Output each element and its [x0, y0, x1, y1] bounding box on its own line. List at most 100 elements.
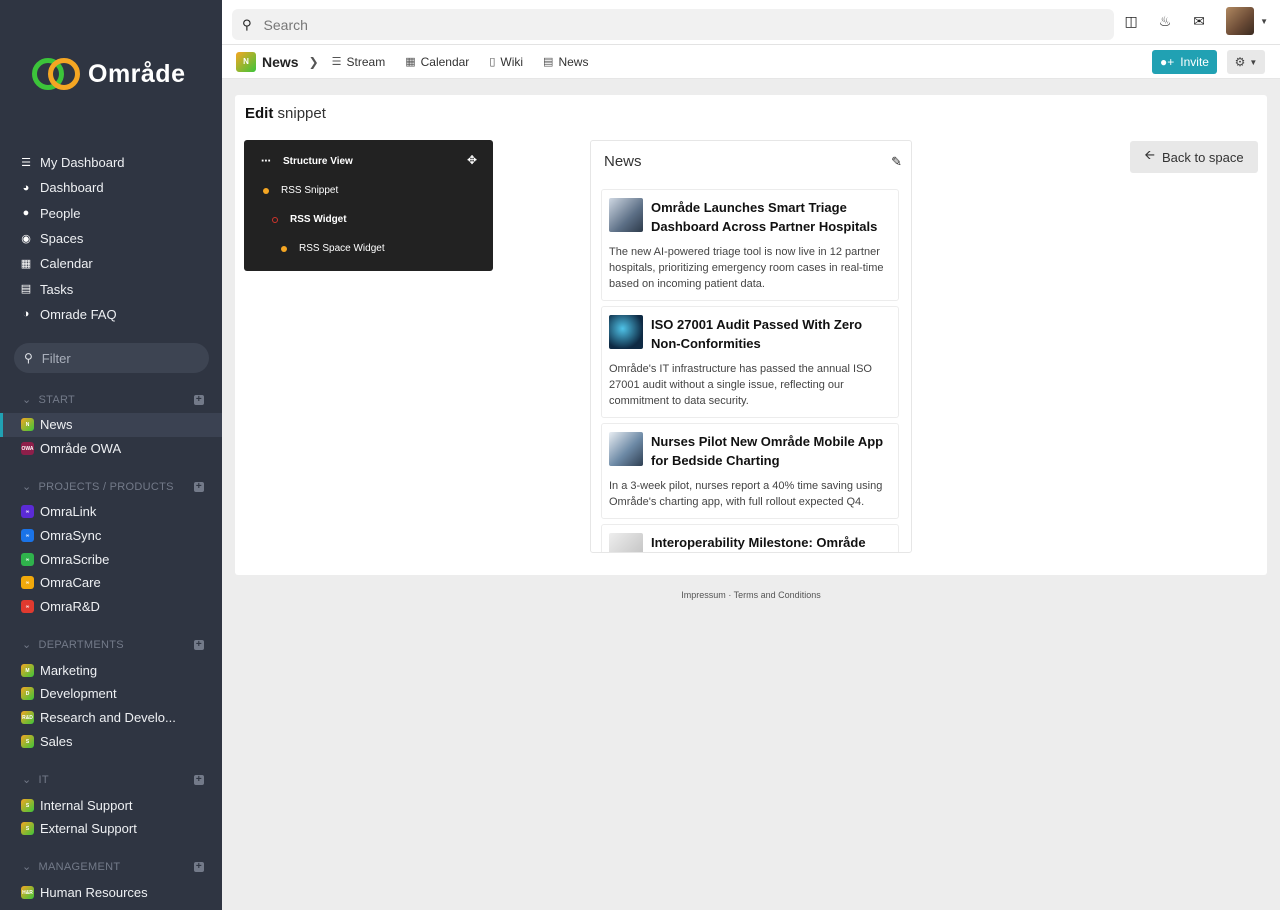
ellipsis-icon: ⋯ [261, 156, 271, 167]
tab-wiki[interactable]: ▯ Wiki [489, 55, 523, 69]
sidebar-item-omrade-owa[interactable]: OWA Område OWA [0, 437, 222, 461]
node-dot-icon [263, 187, 269, 194]
sidebar-item-development[interactable]: D Development [0, 682, 222, 706]
link-icon: ∞ [21, 505, 34, 519]
sidebar-item-omrard[interactable]: ∞ OmraR&D [0, 595, 222, 619]
tab-calendar[interactable]: ▦ Calendar [405, 55, 469, 69]
news-thumbnail [609, 315, 643, 349]
space-badge: D [21, 687, 34, 701]
section-management[interactable]: ⌄ MANAGEMENT + [22, 860, 204, 873]
link-icon: ∞ [21, 553, 34, 567]
news-card[interactable]: Nurses Pilot New Område Mobile App for B… [601, 423, 899, 519]
news-card[interactable]: Interoperability Milestone: Område [601, 524, 899, 552]
nav-label: My Dashboard [40, 155, 125, 171]
sidebar-item-news[interactable]: N News [0, 413, 222, 437]
section-projects[interactable]: ⌄ PROJECTS / PRODUCTS + [22, 480, 204, 493]
search-input[interactable]: ⚲ Search [232, 9, 1114, 40]
space-label: Område OWA [40, 441, 122, 457]
tab-label: Calendar [420, 54, 470, 69]
news-thumbnail [609, 432, 643, 466]
sidebar-item-external-support[interactable]: S External Support [0, 817, 222, 841]
nav-item-calendar[interactable]: ▦ Calendar [20, 251, 125, 276]
impressum-link[interactable]: Impressum [681, 590, 726, 600]
search-placeholder: Search [263, 16, 308, 33]
news-title: Nurses Pilot New Område Mobile App for B… [651, 434, 884, 468]
section-start[interactable]: ⌄ START + [22, 393, 204, 406]
sidebar-item-sales[interactable]: S Sales [0, 730, 222, 754]
chevron-down-icon: ⌄ [22, 481, 32, 493]
sidebar-item-human-resources[interactable]: H&R Human Resources [0, 881, 222, 905]
nav-item-dashboard[interactable]: ◕ Dashboard [20, 175, 125, 200]
invite-button[interactable]: ●+ Invite [1152, 50, 1217, 74]
space-badge: M [21, 664, 34, 678]
sidebar-item-omrascribe[interactable]: ∞ OmraScribe [0, 548, 222, 572]
section-title: PROJECTS / PRODUCTS [38, 481, 174, 493]
sidebar-item-omralink[interactable]: ∞ OmraLink [0, 500, 222, 524]
section-it[interactable]: ⌄ IT + [22, 773, 204, 786]
news-widget: News ✎ Område Launches Smart Triage Dash… [590, 140, 912, 553]
widget-title: News [604, 153, 642, 170]
tab-stream[interactable]: ☰ Stream [332, 55, 386, 69]
sidebar-item-marketing[interactable]: M Marketing [0, 659, 222, 683]
envelope-icon[interactable]: ✉ [1192, 13, 1206, 30]
news-card[interactable]: Område Launches Smart Triage Dashboard A… [601, 189, 899, 301]
sidebar-item-research-development[interactable]: R&D Research and Develo... [0, 706, 222, 730]
nav-item-tasks[interactable]: ▤ Tasks [20, 276, 125, 301]
nav-label: Spaces [40, 231, 84, 247]
nav-item-spaces[interactable]: ◉ Spaces [20, 226, 125, 251]
filter-placeholder: Filter [41, 350, 71, 366]
news-title: ISO 27001 Audit Passed With Zero Non-Con… [651, 317, 863, 351]
sidebar-item-omracare[interactable]: ∞ OmraCare [0, 571, 222, 595]
settings-dropdown-button[interactable]: ⚙ ▼ [1227, 50, 1265, 74]
main-nav: ☰ My Dashboard ◕ Dashboard ● People ◉ Spaces… [20, 150, 125, 327]
sidebar-item-internal-support[interactable]: S Internal Support [0, 794, 222, 818]
newspaper-icon: ▤ [543, 56, 554, 68]
bell-icon[interactable]: ♨ [1158, 13, 1172, 30]
news-text: Område's IT infrastructure has passed th… [609, 363, 872, 407]
invite-label: Invite [1180, 55, 1209, 69]
back-label: Back to space [1161, 149, 1244, 165]
brand-logo[interactable]: Område [32, 58, 185, 90]
space-badge: S [21, 799, 34, 813]
structure-node-rss-widget[interactable]: RSS Widget [272, 214, 347, 225]
nav-item-my-dashboard[interactable]: ☰ My Dashboard [20, 150, 125, 175]
move-icon[interactable]: ✥ [467, 153, 477, 167]
section-departments[interactable]: ⌄ DEPARTMENTS + [22, 638, 204, 651]
nav-item-people[interactable]: ● People [20, 201, 125, 226]
add-space-icon[interactable]: + [194, 481, 204, 492]
section-title: DEPARTMENTS [38, 639, 124, 651]
space-badge: N [21, 418, 34, 432]
news-card[interactable]: ISO 27001 Audit Passed With Zero Non-Con… [601, 306, 899, 418]
translate-icon[interactable]: ◫ [1124, 13, 1138, 30]
space-label: Sales [40, 734, 73, 750]
nav-item-omrade-faq[interactable]: ◑ Omrade FAQ [20, 302, 125, 327]
space-label: External Support [40, 821, 137, 837]
sidebar-item-omrasync[interactable]: ∞ OmraSync [0, 524, 222, 548]
top-icons: ◫ ♨ ✉ ▼ [1124, 7, 1268, 35]
link-icon: ∞ [21, 529, 34, 543]
space-title[interactable]: News [262, 54, 299, 70]
title-rest: snippet [277, 105, 326, 122]
page-title: Edit snippet [245, 105, 326, 122]
calendar-icon: ▦ [405, 56, 416, 68]
sidebar-filter-input[interactable]: ⚲ Filter [14, 343, 209, 373]
structure-node-rss-snippet[interactable]: RSS Snippet [263, 185, 338, 196]
caret-down-icon[interactable]: ▼ [1260, 17, 1268, 26]
add-space-icon[interactable]: + [194, 861, 204, 872]
avatar[interactable] [1226, 7, 1255, 35]
add-space-icon[interactable]: + [194, 639, 204, 650]
back-to-space-button[interactable]: 🡨 Back to space [1130, 141, 1258, 173]
add-space-icon[interactable]: + [194, 774, 204, 785]
structure-node-rss-space-widget[interactable]: RSS Space Widget [281, 243, 385, 254]
link-icon: ∞ [21, 600, 34, 614]
tab-label: News [558, 54, 589, 69]
pencil-icon[interactable]: ✎ [891, 154, 902, 170]
tab-news[interactable]: ▤ News [543, 55, 588, 69]
top-bar: ⚲ Search ◫ ♨ ✉ ▼ [222, 0, 1280, 45]
space-label: OmraR&D [40, 599, 100, 615]
terms-link[interactable]: Terms and Conditions [734, 590, 821, 600]
add-space-icon[interactable]: + [194, 394, 204, 405]
brand-name: Område [88, 59, 186, 88]
space-label: OmraLink [40, 504, 97, 520]
news-title: Område Launches Smart Triage Dashboard A… [651, 200, 878, 234]
